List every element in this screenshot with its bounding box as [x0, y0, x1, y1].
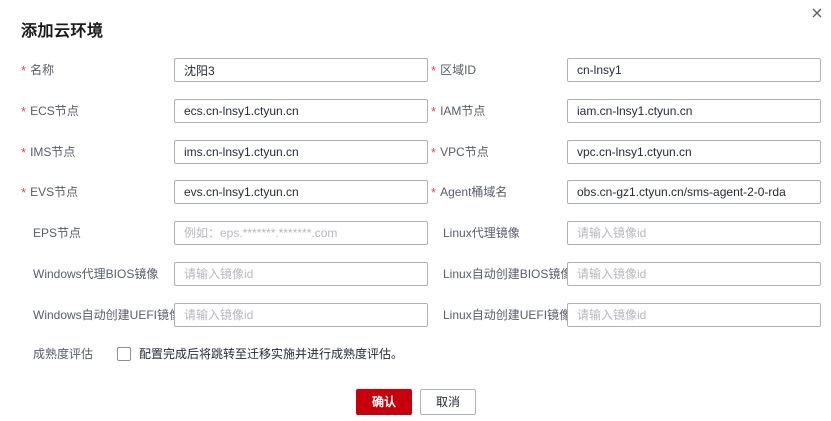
linux-proxy-image-input[interactable]: [567, 221, 821, 245]
cancel-button[interactable]: 取消: [420, 389, 476, 415]
name-input[interactable]: [174, 58, 428, 82]
name-label: * 名称: [21, 63, 55, 78]
required-mark: *: [431, 145, 437, 160]
vpc-endpoint-input[interactable]: [567, 140, 821, 164]
maturity-label: 成熟度评估: [33, 347, 94, 361]
ims-endpoint-input[interactable]: [174, 140, 428, 164]
confirm-button[interactable]: 确认: [356, 389, 412, 415]
required-mark: *: [431, 63, 437, 78]
dialog-title: 添加云环境: [21, 23, 104, 40]
windows-proxy-bios-image-input[interactable]: [174, 262, 428, 286]
linux-auto-uefi-image-input[interactable]: [567, 303, 821, 327]
region-id-label: * 区域ID: [431, 63, 477, 78]
ims-endpoint-label: * IMS节点: [21, 145, 76, 160]
required-mark: *: [21, 63, 27, 78]
ecs-endpoint-input[interactable]: [174, 99, 428, 123]
linux-proxy-image-label: Linux代理镜像: [443, 226, 520, 240]
required-mark: *: [431, 185, 437, 200]
linux-auto-bios-image-input[interactable]: [567, 262, 821, 286]
eps-endpoint-label: EPS节点: [33, 226, 82, 240]
required-mark: *: [21, 185, 27, 200]
iam-endpoint-label: * IAM节点: [431, 104, 486, 119]
agent-bucket-input[interactable]: [567, 180, 821, 204]
linux-auto-bios-image-label: Linux自动创建BIOS镜像: [443, 267, 573, 281]
iam-endpoint-input[interactable]: [567, 99, 821, 123]
add-cloud-env-dialog: 添加云环境 *名称 *区域ID *ECS节点 *IAM节点 *IMS节点 *VP…: [0, 0, 831, 421]
eps-endpoint-input[interactable]: [174, 221, 428, 245]
maturity-checkbox[interactable]: [117, 347, 131, 361]
maturity-checkbox-text[interactable]: 配置完成后将跳转至迁移实施并进行成熟度评估。: [139, 343, 403, 365]
vpc-endpoint-label: * VPC节点: [431, 145, 489, 160]
evs-endpoint-label: * EVS节点: [21, 185, 79, 200]
region-id-input[interactable]: [567, 58, 821, 82]
required-mark: *: [21, 145, 27, 160]
linux-auto-uefi-image-label: Linux自动创建UEFI镜像: [443, 308, 572, 322]
ecs-endpoint-label: * ECS节点: [21, 104, 79, 119]
windows-auto-uefi-image-input[interactable]: [174, 303, 428, 327]
windows-auto-uefi-image-label: Windows自动创建UEFI镜像: [33, 308, 182, 322]
agent-bucket-label: * Agent桶域名: [431, 185, 508, 200]
close-icon[interactable]: [810, 6, 824, 20]
required-mark: *: [21, 104, 27, 119]
required-mark: *: [431, 104, 437, 119]
evs-endpoint-input[interactable]: [174, 180, 428, 204]
windows-proxy-bios-image-label: Windows代理BIOS镜像: [33, 267, 159, 281]
